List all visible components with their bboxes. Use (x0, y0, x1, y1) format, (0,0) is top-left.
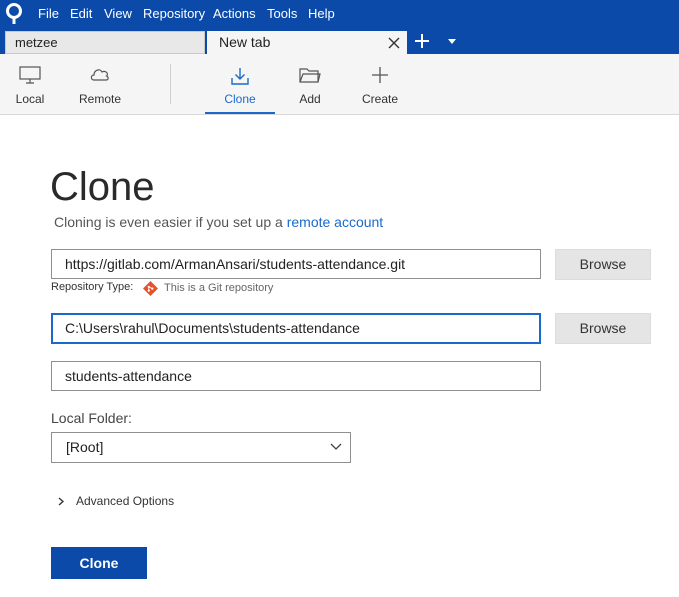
repository-type-label: Repository Type: (51, 281, 134, 293)
toolbar-divider (170, 64, 171, 104)
close-icon[interactable] (388, 37, 400, 49)
toolbar: Local Remote Clone Add Create (0, 54, 679, 115)
chevron-right-icon[interactable] (58, 497, 64, 506)
source-url-input[interactable]: https://gitlab.com/ArmanAnsari/students-… (51, 249, 541, 279)
menu-help[interactable]: Help (308, 6, 335, 22)
local-label: Local (15, 92, 45, 106)
add-button[interactable]: Add (286, 54, 334, 114)
monitor-icon (19, 66, 41, 84)
chevron-down-icon (330, 443, 342, 450)
local-folder-value: [Root] (66, 439, 104, 455)
plus-icon (372, 67, 388, 83)
create-label: Create (361, 92, 399, 106)
page-title: Clone (50, 165, 155, 209)
tab-bar: metzee New tab (0, 28, 679, 54)
clone-button[interactable]: Clone (51, 547, 147, 579)
tab-new-tab[interactable]: New tab (207, 31, 407, 54)
menu-actions[interactable]: Actions (213, 6, 256, 22)
local-button[interactable]: Local (8, 54, 52, 114)
create-button[interactable]: Create (356, 54, 404, 114)
download-icon (231, 68, 249, 85)
menu-tools[interactable]: Tools (267, 6, 297, 22)
destination-path-input[interactable]: C:\Users\rahul\Documents\students-attend… (51, 313, 541, 344)
add-label: Add (299, 92, 321, 106)
subtitle-text: Cloning is even easier if you set up a (54, 214, 287, 230)
menu-edit[interactable]: Edit (70, 6, 92, 22)
tab-label: New tab (219, 34, 271, 50)
menu-bar: File Edit View Repository Actions Tools … (0, 0, 679, 28)
subtitle: Cloning is even easier if you set up a r… (54, 214, 383, 230)
folder-icon (299, 68, 321, 83)
browse-destination-button[interactable]: Browse (555, 313, 651, 344)
sourcetree-logo-icon (6, 3, 22, 24)
local-folder-label: Local Folder: (51, 410, 132, 426)
chevron-down-icon[interactable] (447, 39, 457, 45)
advanced-options-toggle[interactable]: Advanced Options (76, 494, 174, 508)
clone-tab-label: Clone (224, 92, 256, 106)
remote-label: Remote (78, 92, 122, 106)
git-icon (143, 281, 158, 296)
repository-name-input[interactable]: students-attendance (51, 361, 541, 391)
add-tab-icon[interactable] (414, 33, 430, 49)
remote-button[interactable]: Remote (72, 54, 128, 114)
tab-label: metzee (15, 35, 58, 50)
local-folder-select[interactable]: [Root] (51, 432, 351, 463)
menu-repository[interactable]: Repository (143, 6, 205, 22)
menu-file[interactable]: File (38, 6, 59, 22)
menu-view[interactable]: View (104, 6, 132, 22)
tab-metzee[interactable]: metzee (5, 31, 205, 54)
remote-account-link[interactable]: remote account (287, 214, 384, 230)
clone-tab-button[interactable]: Clone (205, 54, 275, 114)
cloud-icon (90, 69, 109, 81)
repository-type-value: This is a Git repository (164, 282, 274, 294)
browse-source-button[interactable]: Browse (555, 249, 651, 280)
